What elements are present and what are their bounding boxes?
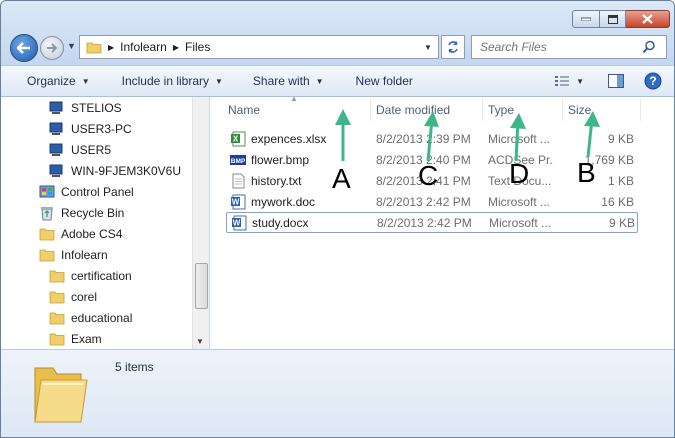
details-pane: 5 items [1,349,674,437]
folder-large-icon [34,367,88,423]
annotation-arrow-a [335,109,351,161]
annotation-label-c: C [418,160,439,191]
annotation-label-a: A [332,163,351,194]
annotation-arrow-c [424,111,439,162]
annotation-arrow-b [584,111,600,158]
annotation-label-d: D [509,158,530,189]
annotation-label-b: B [577,157,596,188]
explorer-window: ▼ ▶ Infolearn ▶ Files ▼ Organize ▼ Inclu… [0,0,675,438]
item-count: 5 items [115,360,154,374]
annotation-arrow-d [510,113,526,162]
